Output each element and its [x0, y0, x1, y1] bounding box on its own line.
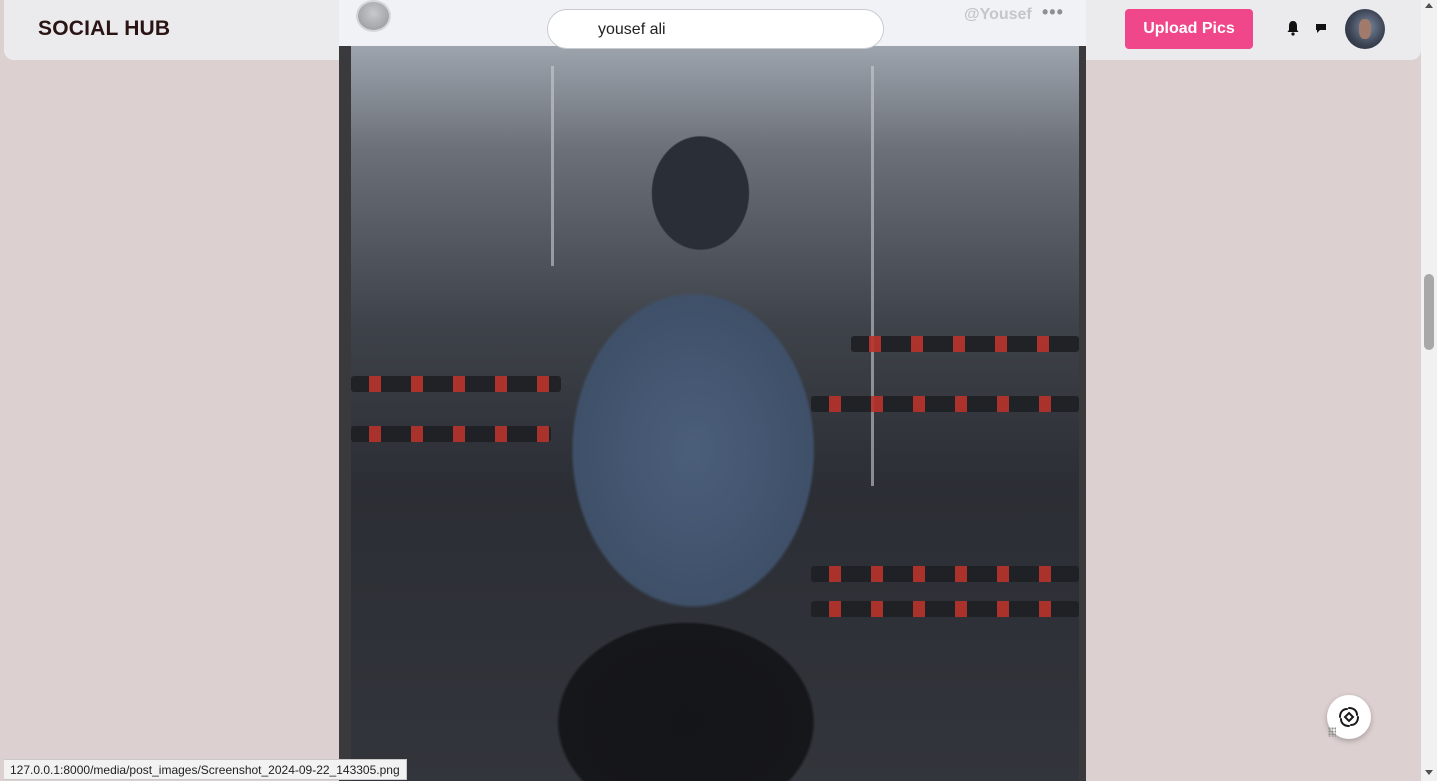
dumbbell-rack — [811, 396, 1079, 412]
dumbbell-rack — [851, 336, 1079, 352]
post-image[interactable] — [351, 46, 1079, 781]
avatar[interactable] — [1345, 9, 1385, 49]
mirror-edge — [871, 66, 874, 486]
dumbbell-rack — [351, 376, 561, 392]
scroll-up-arrow-icon[interactable] — [1425, 3, 1433, 8]
search-bar[interactable] — [547, 9, 884, 49]
app-logo[interactable]: SOCIAL HUB — [38, 17, 170, 41]
dumbbell-rack — [811, 601, 1079, 617]
search-input[interactable] — [598, 19, 858, 41]
dumbbell-rack — [811, 566, 1079, 582]
dumbbell-rack — [351, 426, 551, 442]
more-horizontal-icon[interactable]: ••• — [1042, 2, 1064, 23]
upload-pics-button[interactable]: Upload Pics — [1125, 9, 1253, 49]
post-username[interactable]: @Yousef — [964, 6, 1032, 24]
assistant-icon — [1339, 707, 1359, 727]
scrollbar[interactable] — [1421, 0, 1437, 781]
drag-handle-icon[interactable] — [1328, 727, 1336, 737]
bell-icon[interactable] — [1286, 20, 1300, 36]
post-card: @Yousef ••• — [339, 0, 1086, 781]
chat-icon[interactable] — [1315, 23, 1327, 34]
mirror-edge — [551, 66, 554, 266]
status-bar-url: 127.0.0.1:8000/media/post_images/Screens… — [4, 759, 407, 780]
scroll-down-arrow-icon[interactable] — [1425, 770, 1433, 775]
navbar-left: SOCIAL HUB — [4, 0, 339, 60]
post-author-avatar[interactable] — [356, 0, 391, 32]
scrollbar-thumb[interactable] — [1424, 274, 1434, 350]
